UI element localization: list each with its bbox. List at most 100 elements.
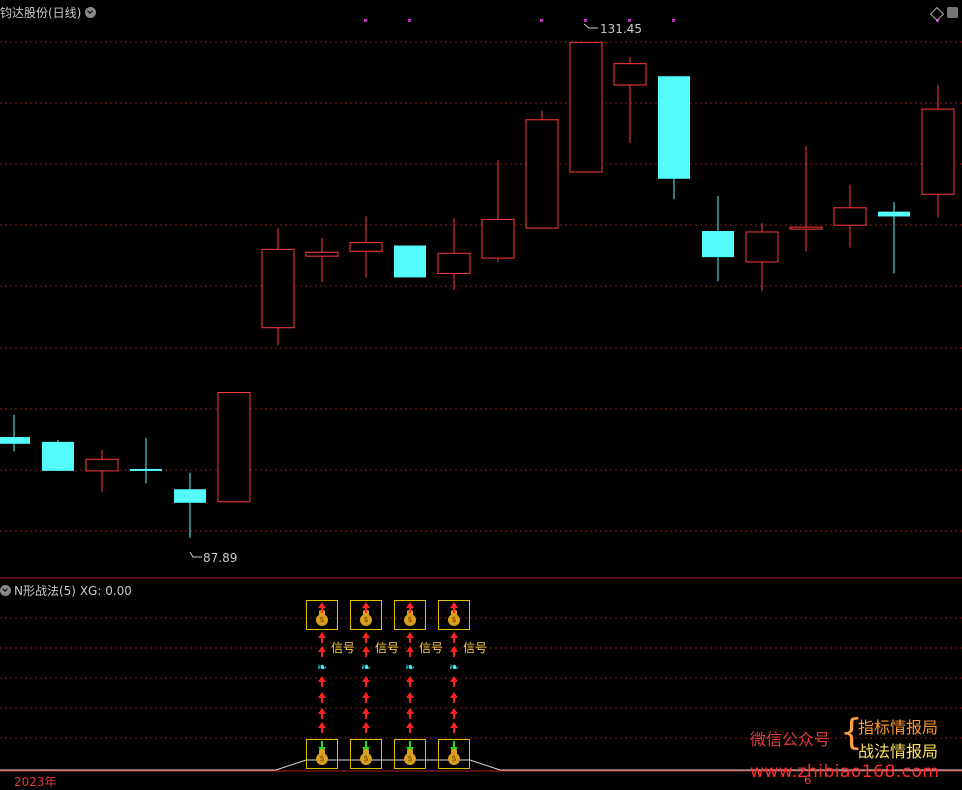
up-arrow-icon (362, 722, 370, 734)
time-axis-start-label: 2023年 (14, 775, 57, 789)
up-arrow-icon (450, 722, 458, 734)
arrow-stem (321, 697, 323, 703)
candle-body-20 (878, 211, 910, 217)
arrow-stem (365, 681, 367, 687)
indicator-panel-header: N形战法(5) XG: 0.00 (0, 582, 132, 599)
up-arrow-icon (406, 602, 414, 614)
signal-label-2: 信号 (419, 641, 444, 655)
candle-body-2 (85, 458, 119, 472)
signal-label-3: 信号 (463, 641, 488, 655)
signal-label-1: 信号 (375, 641, 400, 655)
watermark-url: www.zhibiao168.com (750, 762, 940, 782)
arrow-stem (321, 651, 323, 657)
candle-body-5 (217, 392, 251, 503)
money-bag-icon: $ (404, 753, 416, 765)
money-bag-icon: $ (316, 614, 328, 626)
signal-bottom-box-2: $ (394, 739, 426, 769)
arrow-stem (409, 651, 411, 657)
money-bag-icon: $ (360, 753, 372, 765)
indicator-title: N形战法(5) (14, 584, 76, 598)
signal-bottom-box-3: $ (438, 739, 470, 769)
signal-bottom-box-1: $ (350, 739, 382, 769)
candle-body-12 (525, 119, 559, 229)
expand-icon[interactable] (947, 7, 958, 18)
arrow-stem (409, 681, 411, 687)
butterfly-icon: ❧ (360, 660, 372, 674)
arrow-stem (365, 651, 367, 657)
xg-value: XG: 0.00 (79, 584, 132, 598)
arrow-stem (321, 607, 323, 613)
arrow-stem (321, 727, 323, 733)
up-arrow-icon (450, 646, 458, 658)
arrow-stem (409, 607, 411, 613)
arrow-stem (453, 637, 455, 643)
up-arrow-icon (362, 602, 370, 614)
arrow-stem (321, 637, 323, 643)
arrow-stem (365, 607, 367, 613)
indicator-menu-icon[interactable] (0, 585, 11, 596)
up-arrow-icon (406, 722, 414, 734)
low-leader-line (189, 551, 202, 558)
candle-body-19 (833, 207, 867, 226)
arrow-stem (453, 727, 455, 733)
arrow-stem (409, 727, 411, 733)
candle-body-0 (0, 437, 30, 444)
low-price-label: 87.89 (203, 551, 238, 565)
up-arrow-icon (318, 676, 326, 688)
up-arrow-icon (450, 602, 458, 614)
money-bag-icon: $ (448, 614, 460, 626)
candle-body-1 (42, 441, 74, 471)
money-bag-icon: $ (360, 614, 372, 626)
signal-top-box-2: $ (394, 600, 426, 630)
dropdown-chevron-icon[interactable] (85, 7, 97, 18)
candle-body-7 (305, 251, 339, 257)
candle-body-15 (658, 76, 690, 179)
top-marker-0 (364, 19, 367, 22)
butterfly-icon: ❧ (448, 660, 460, 674)
watermark-wechat: 微信公众号 (750, 730, 831, 749)
candle-body-11 (481, 218, 515, 259)
butterfly-icon: ❧ (316, 660, 328, 674)
up-arrow-icon (406, 708, 414, 720)
signal-bottom-box-0: $ (306, 739, 338, 769)
candle-body-6 (261, 248, 295, 329)
signal-top-box-3: $ (438, 600, 470, 630)
candle-body-3 (130, 468, 162, 471)
arrow-stem (409, 697, 411, 703)
up-arrow-icon (318, 602, 326, 614)
candle-body-4 (174, 489, 206, 503)
top-marker-2 (540, 19, 543, 22)
arrow-stem (321, 681, 323, 687)
up-arrow-icon (406, 676, 414, 688)
arrow-stem (453, 651, 455, 657)
arrow-stem (321, 713, 323, 719)
up-arrow-icon (318, 708, 326, 720)
candle-body-21 (921, 108, 955, 195)
top-marker-5 (672, 19, 675, 22)
candle-body-8 (349, 242, 383, 252)
arrow-stem (453, 681, 455, 687)
up-arrow-icon (406, 646, 414, 658)
arrow-stem (409, 713, 411, 719)
watermark-right-bottom: 战法情报局 (858, 742, 939, 761)
up-arrow-icon (362, 692, 370, 704)
candle-body-18 (789, 226, 823, 230)
stock-chart[interactable] (0, 0, 962, 789)
up-arrow-icon (450, 692, 458, 704)
up-arrow-icon (450, 676, 458, 688)
arrow-stem (409, 637, 411, 643)
candle-body-13 (569, 41, 603, 173)
main-panel-title: 钧达股份(日线) (0, 4, 97, 21)
arrow-stem (453, 697, 455, 703)
arrow-stem (365, 697, 367, 703)
signal-top-box-1: $ (350, 600, 382, 630)
money-bag-icon: $ (316, 753, 328, 765)
candle-body-10 (437, 252, 471, 275)
candle-body-9 (394, 245, 426, 278)
up-arrow-icon (406, 632, 414, 644)
arrow-stem (365, 727, 367, 733)
candle-body-16 (702, 230, 734, 258)
signal-label-0: 信号 (331, 641, 356, 655)
high-leader-line (583, 23, 598, 29)
arrow-stem (365, 637, 367, 643)
